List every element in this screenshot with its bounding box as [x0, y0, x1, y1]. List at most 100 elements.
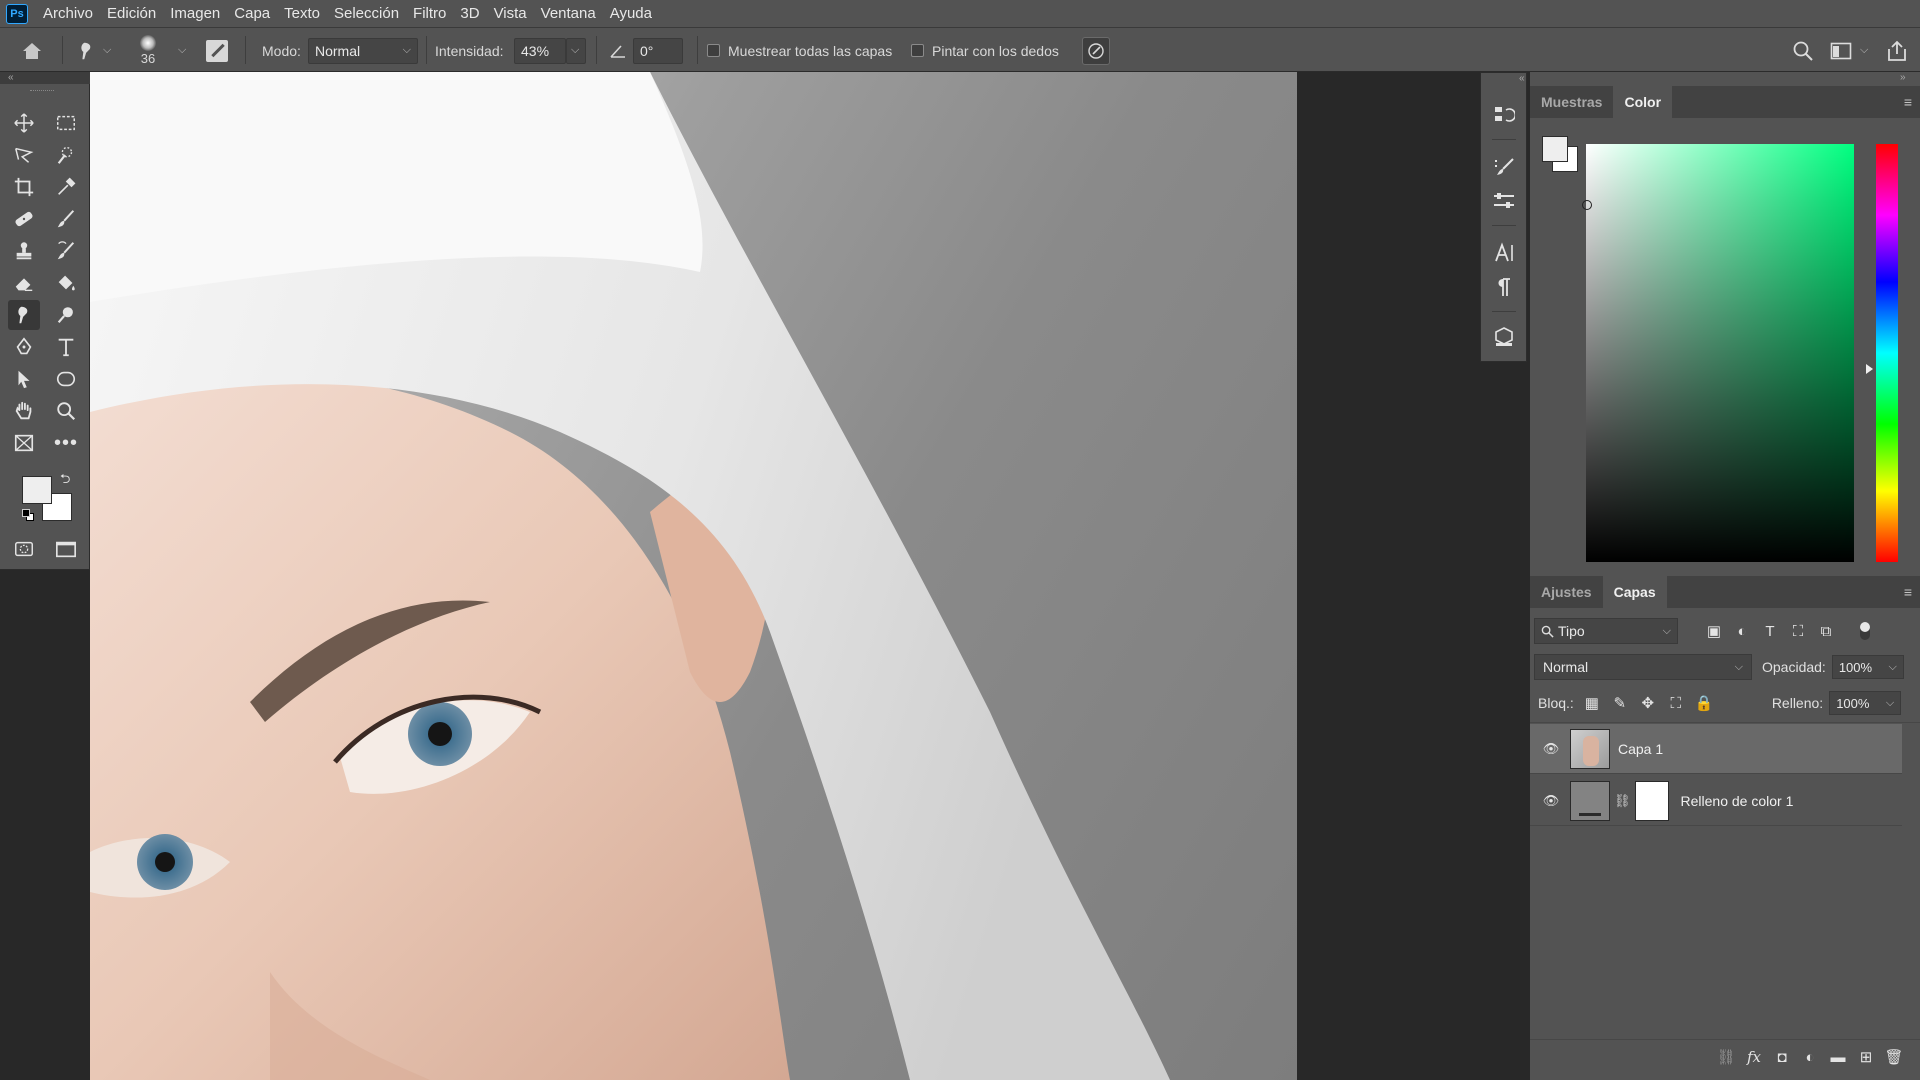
default-colors-icon[interactable]	[22, 509, 34, 521]
panel-menu-icon[interactable]: ≡	[1904, 94, 1912, 110]
menu-texto[interactable]: Texto	[277, 0, 327, 27]
menu-ayuda[interactable]: Ayuda	[603, 0, 659, 27]
lasso-tool[interactable]	[8, 140, 40, 170]
tab-color[interactable]: Color	[1613, 86, 1673, 118]
tab-muestras[interactable]: Muestras	[1530, 86, 1613, 118]
rectangular-marquee-tool[interactable]	[50, 108, 82, 138]
layer-filter-select[interactable]: Tipo ⌵	[1534, 618, 1678, 644]
menu-filtro[interactable]: Filtro	[406, 0, 453, 27]
edit-toolbar-button[interactable]: •••	[50, 428, 82, 458]
share-button[interactable]	[1886, 28, 1908, 73]
filter-toggle-switch[interactable]	[1860, 622, 1870, 640]
type-tool[interactable]	[50, 332, 82, 362]
tool-preset-picker[interactable]: ⌵	[76, 28, 111, 73]
fill-input[interactable]: 100% ⌵	[1829, 691, 1902, 715]
menu-seleccion[interactable]: Selección	[327, 0, 406, 27]
filter-adjustment-layers-icon[interactable]: ◐	[1728, 623, 1756, 640]
panel-menu-icon[interactable]: ≡	[1904, 584, 1912, 600]
smudge-tool[interactable]	[8, 300, 40, 330]
new-layer-icon[interactable]: ⊞	[1852, 1048, 1880, 1066]
3d-panel-button[interactable]	[1490, 323, 1518, 351]
blend-mode-select[interactable]: Normal ⌵	[1534, 654, 1752, 680]
collapse-dock-icon[interactable]: »	[1900, 72, 1906, 83]
paint-bucket-tool[interactable]	[50, 268, 82, 298]
filter-type-layers-icon[interactable]: T	[1756, 623, 1784, 640]
move-tool[interactable]	[8, 108, 40, 138]
healing-brush-tool[interactable]	[8, 204, 40, 234]
filter-shape-layers-icon[interactable]: ⛶	[1784, 623, 1812, 640]
dodge-tool[interactable]	[50, 300, 82, 330]
screen-mode-button[interactable]	[50, 534, 82, 564]
new-group-folder-icon[interactable]: ▬	[1824, 1049, 1852, 1066]
chevron-down-icon[interactable]: ⌵	[178, 28, 186, 73]
lock-image-pixels-icon[interactable]: ✎	[1606, 694, 1634, 712]
pen-tool[interactable]	[8, 332, 40, 362]
zoom-tool[interactable]	[50, 396, 82, 426]
link-layers-icon[interactable]: ⛓	[1712, 1048, 1740, 1066]
search-button[interactable]	[1792, 28, 1814, 73]
filter-smart-objects-icon[interactable]: ⧉	[1812, 623, 1840, 640]
foreground-color-swatch[interactable]	[22, 476, 52, 504]
intensity-input[interactable]: 43%	[514, 37, 566, 64]
swap-colors-icon[interactable]: ⮌	[60, 470, 70, 492]
brush-tool[interactable]	[50, 204, 82, 234]
brush-picker[interactable]: 36	[140, 28, 156, 73]
finger-painting-checkbox[interactable]	[911, 44, 924, 57]
workspace-button[interactable]: ⌵	[1830, 28, 1868, 73]
delete-layer-trash-icon[interactable]: 🗑	[1880, 1048, 1908, 1066]
sample-all-layers-option[interactable]: Muestrear todas las capas	[707, 28, 892, 73]
lock-position-icon[interactable]: ✥	[1634, 694, 1662, 712]
sample-all-layers-checkbox[interactable]	[707, 44, 720, 57]
expand-panels-icon[interactable]: «	[1519, 73, 1525, 84]
menu-ventana[interactable]: Ventana	[534, 0, 603, 27]
intensity-slider-toggle[interactable]: ⌵	[566, 37, 586, 64]
history-panel-button[interactable]	[1490, 101, 1518, 129]
quick-selection-tool[interactable]	[50, 140, 82, 170]
home-button[interactable]	[20, 28, 44, 73]
hue-slider-handle[interactable]	[1866, 364, 1873, 374]
layer-mask-thumbnail[interactable]	[1634, 780, 1669, 821]
lock-artboard-icon[interactable]: ⛶	[1662, 695, 1690, 712]
eraser-tool[interactable]	[8, 268, 40, 298]
ellipse-tool[interactable]	[50, 364, 82, 394]
angle-input[interactable]: 0°	[633, 37, 683, 64]
paragraph-panel-button[interactable]	[1490, 273, 1518, 301]
path-selection-tool[interactable]	[8, 364, 40, 394]
brush-settings-panel-button[interactable]	[1490, 187, 1518, 215]
tab-capas[interactable]: Capas	[1602, 576, 1667, 608]
character-panel-button[interactable]	[1490, 239, 1518, 267]
lock-transparent-pixels-icon[interactable]: ▦	[1578, 694, 1606, 712]
layer-style-fx-icon[interactable]: fx	[1740, 1048, 1768, 1066]
new-adjustment-layer-icon[interactable]: ◐	[1796, 1049, 1824, 1066]
menu-archivo[interactable]: Archivo	[36, 0, 100, 27]
document-canvas[interactable]	[90, 72, 1297, 1080]
add-mask-icon[interactable]: ◘	[1768, 1049, 1796, 1066]
tab-ajustes[interactable]: Ajustes	[1530, 576, 1603, 608]
menu-capa[interactable]: Capa	[227, 0, 277, 27]
lock-all-icon[interactable]: 🔒	[1690, 694, 1718, 712]
brush-presets-button[interactable]	[1490, 153, 1518, 181]
foreground-color-chip[interactable]	[1542, 136, 1568, 162]
visibility-eye-icon[interactable]: 👁	[1538, 793, 1564, 809]
eyedropper-tool[interactable]	[50, 172, 82, 202]
hand-tool[interactable]	[8, 396, 40, 426]
frame-tool[interactable]	[8, 428, 40, 458]
layer-row-capa-1[interactable]: 👁 Capa 1	[1530, 724, 1902, 774]
mode-select[interactable]: Normal ⌵	[308, 37, 418, 64]
crop-tool[interactable]	[8, 172, 40, 202]
brush-settings-button[interactable]	[206, 28, 228, 73]
opacity-input[interactable]: 100% ⌵	[1831, 655, 1904, 679]
filter-pixel-layers-icon[interactable]: ▣	[1700, 622, 1728, 640]
collapse-toolbar-button[interactable]: «	[0, 72, 90, 84]
hue-slider[interactable]	[1876, 144, 1898, 562]
color-picker-field[interactable]	[1582, 144, 1854, 562]
menu-3d[interactable]: 3D	[453, 0, 486, 27]
menu-edicion[interactable]: Edición	[100, 0, 163, 27]
finger-painting-option[interactable]: Pintar con los dedos	[911, 28, 1059, 73]
visibility-eye-icon[interactable]: 👁	[1538, 741, 1564, 757]
toolbar-grip[interactable]	[30, 90, 54, 92]
layer-row-relleno-de-color-1[interactable]: 👁 ⛓ Relleno de color 1	[1530, 776, 1902, 826]
quick-mask-button[interactable]	[8, 534, 40, 564]
history-brush-tool[interactable]	[50, 236, 82, 266]
pressure-button[interactable]	[1082, 28, 1110, 73]
